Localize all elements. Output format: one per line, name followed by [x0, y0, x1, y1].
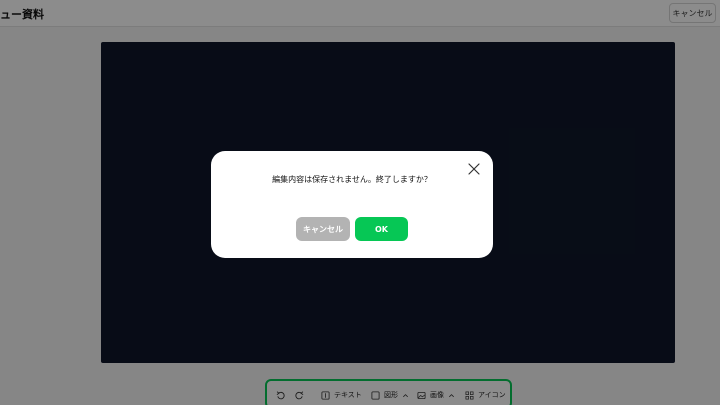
dialog-ok-button[interactable]: OK — [355, 217, 408, 241]
dialog-cancel-button[interactable]: キャンセル — [296, 217, 350, 241]
dialog-message: 編集内容は保存されません。終了しますか？ — [272, 175, 432, 184]
confirm-dialog: 編集内容は保存されません。終了しますか？ キャンセル OK — [211, 151, 493, 258]
